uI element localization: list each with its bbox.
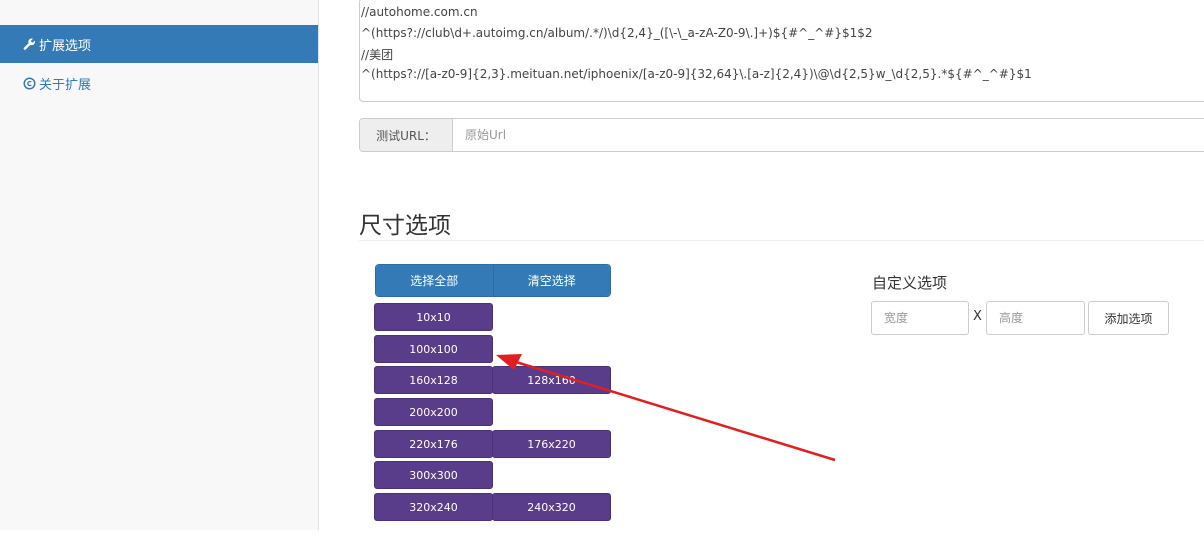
size-option-10x10[interactable]: 10x10: [374, 303, 493, 331]
wrench-icon: [22, 37, 36, 51]
copyright-icon: [22, 76, 36, 90]
size-option-100x100[interactable]: 100x100: [374, 335, 493, 363]
section-title-size-options: 尺寸选项: [359, 213, 451, 239]
regex-rules-textarea[interactable]: [359, 0, 1204, 102]
regex-line: //autohome.com.cn: [361, 5, 478, 19]
divider: [359, 240, 1204, 241]
sidebar-item-label: 扩展选项: [39, 38, 92, 54]
test-url-input[interactable]: [453, 119, 1204, 151]
size-option-128x160[interactable]: 128x160: [492, 366, 611, 394]
size-option-160x128[interactable]: 160x128: [374, 366, 493, 394]
custom-width-input[interactable]: [871, 301, 969, 335]
sidebar-item-label: 关于扩展: [39, 77, 92, 93]
size-option-240x320[interactable]: 240x320: [492, 493, 611, 521]
size-option-176x220[interactable]: 176x220: [492, 430, 611, 458]
size-option-200x200[interactable]: 200x200: [374, 398, 493, 426]
test-url-label: 测试URL：: [360, 119, 453, 151]
size-option-320x240[interactable]: 320x240: [374, 493, 493, 521]
regex-line: //美团: [361, 48, 394, 62]
add-option-button[interactable]: 添加选项: [1088, 301, 1169, 335]
regex-line: ^(https?://club\d+.autoimg.cn/album/.*/)…: [361, 26, 873, 40]
size-option-300x300[interactable]: 300x300: [374, 461, 493, 489]
sidebar-item-extension-options[interactable]: 扩展选项: [0, 25, 318, 63]
select-all-button[interactable]: 选择全部: [376, 265, 494, 296]
clear-selection-button[interactable]: 清空选择: [493, 265, 610, 296]
select-button-group: 选择全部 清空选择: [375, 264, 611, 297]
custom-options-title: 自定义选项: [872, 274, 948, 292]
size-option-220x176[interactable]: 220x176: [374, 430, 493, 458]
regex-line: ^(https?://[a-z0-9]{2,3}.meituan.net/iph…: [361, 67, 1032, 81]
dimension-separator: X: [973, 309, 982, 324]
test-url-group: 测试URL：: [359, 118, 1204, 152]
sidebar: 扩展选项 关于扩展: [0, 0, 319, 530]
custom-height-input[interactable]: [986, 301, 1085, 335]
sidebar-item-about[interactable]: 关于扩展: [0, 64, 318, 102]
